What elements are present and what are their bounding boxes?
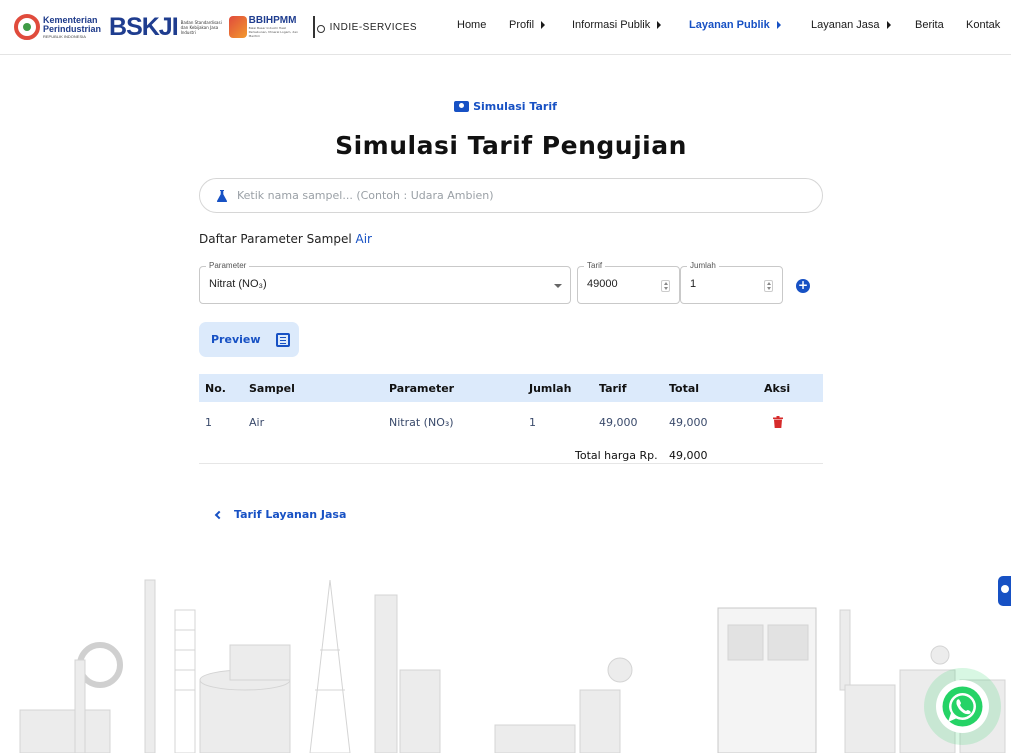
nav-kontak-label: Kontak [966, 19, 1001, 31]
eyebrow-label: Simulasi Tarif [473, 100, 557, 113]
whatsapp-icon [942, 686, 983, 727]
nav-kontak[interactable]: Kontak [966, 19, 1000, 31]
total-label: Total harga Rp. [575, 449, 658, 462]
chevron-left-icon [214, 510, 224, 519]
col-tarif: Tarif [599, 382, 627, 395]
cell-jumlah: 1 [529, 416, 536, 429]
document-scan-icon [275, 332, 290, 347]
top-navbar: Kementerian Perindustrian REPUBLIK INDON… [0, 0, 1011, 55]
nav-layanan-publik[interactable]: Layanan Publik [689, 19, 781, 31]
nav-layanan-publik-label: Layanan Publik [689, 19, 770, 31]
table-total-row: Total harga Rp. 49,000 [199, 436, 823, 464]
table-header: No. Sampel Parameter Jumlah Tarif Total … [199, 374, 823, 402]
nav-berita[interactable]: Berita [915, 19, 944, 31]
caret-right-icon [541, 21, 546, 29]
tarif-field-value: 49000 [587, 278, 618, 290]
jumlah-field-label: Jumlah [687, 261, 719, 271]
preview-button-label: Preview [211, 333, 261, 346]
nav-profil[interactable]: Profil [509, 19, 546, 31]
nav-layanan-jasa[interactable]: Layanan Jasa [811, 19, 891, 31]
jumlah-field-value: 1 [690, 278, 697, 290]
cell-parameter: Nitrat (NO₃) [389, 416, 454, 429]
tariff-table: No. Sampel Parameter Jumlah Tarif Total … [199, 374, 823, 464]
money-icon [454, 101, 470, 112]
col-no: No. [205, 382, 226, 395]
section-eyebrow: Simulasi Tarif [0, 100, 1011, 113]
nav-layanan-jasa-label: Layanan Jasa [811, 19, 880, 31]
parameter-list-text: Daftar Parameter Sampel [199, 232, 352, 246]
kemenperin-logo[interactable]: Kementerian Perindustrian REPUBLIK INDON… [14, 14, 101, 40]
bbihpmm-mark-icon [228, 16, 247, 38]
col-parameter: Parameter [389, 382, 455, 395]
cell-tarif: 49,000 [599, 416, 638, 429]
total-value: 49,000 [669, 449, 708, 462]
col-sampel: Sampel [249, 382, 295, 395]
sample-search-box[interactable] [199, 178, 823, 213]
nav-informasi-publik-label: Informasi Publik [572, 19, 651, 31]
cell-sampel: Air [249, 416, 265, 429]
caret-right-icon [657, 21, 662, 29]
jumlah-spinner[interactable] [764, 280, 773, 292]
logo-group[interactable]: Kementerian Perindustrian REPUBLIK INDON… [14, 10, 417, 44]
bbihpmm-subtitle: Balai Besar Industri Hasil Perkebunan, M… [248, 26, 298, 38]
parameter-field-value: Nitrat (NO₃) [209, 278, 267, 290]
selected-sample-name: Air [355, 232, 372, 246]
flask-icon [216, 189, 228, 202]
tarif-field-label: Tarif [584, 261, 606, 271]
dropdown-arrow-icon [554, 284, 562, 288]
cell-total: 49,000 [669, 416, 708, 429]
side-accessibility-tab[interactable] [998, 576, 1011, 606]
kemenperin-line3: REPUBLIK INDONESIA [43, 33, 86, 39]
bskji-logo[interactable]: BSKJI [109, 13, 179, 42]
plus-icon: + [797, 278, 809, 292]
parameter-select[interactable]: Parameter Nitrat (NO₃) [199, 261, 571, 304]
nav-home[interactable]: Home [457, 19, 486, 31]
kemenperin-line2: Perindustrian [43, 23, 102, 34]
indie-mark-icon [312, 16, 327, 38]
parameter-list-label: Daftar Parameter Sampel Air [199, 232, 372, 246]
bbihpmm-text: BBIHPMM [248, 15, 297, 26]
back-link-label: Tarif Layanan Jasa [234, 508, 347, 521]
jumlah-input[interactable]: Jumlah 1 [680, 261, 783, 304]
cell-no: 1 [205, 416, 212, 429]
gear-icon [14, 14, 40, 40]
nav-profil-label: Profil [509, 19, 535, 31]
col-aksi: Aksi [764, 382, 791, 395]
trash-icon[interactable] [773, 416, 783, 428]
nav-berita-label: Berita [915, 19, 944, 31]
indie-services-logo[interactable]: INDIE-SERVICES [312, 16, 418, 38]
col-jumlah: Jumlah [529, 382, 572, 395]
preview-button[interactable]: Preview [199, 322, 299, 357]
sample-search-input[interactable] [237, 189, 797, 202]
industry-illustration [19, 579, 1006, 753]
caret-right-icon [886, 21, 891, 29]
whatsapp-badge [936, 680, 989, 733]
whatsapp-button[interactable] [924, 668, 1001, 745]
add-parameter-button[interactable]: + [796, 279, 810, 293]
nav-home-label: Home [457, 19, 487, 31]
parameter-field-label: Parameter [206, 261, 250, 271]
table-row: 1 Air Nitrat (NO₃) 1 49,000 49,000 [199, 402, 823, 436]
caret-right-icon [776, 21, 781, 29]
nav-informasi-publik[interactable]: Informasi Publik [572, 19, 662, 31]
bbihpmm-logo[interactable]: BBIHPMM Balai Besar Industri Hasil Perke… [228, 15, 305, 38]
indie-services-text: INDIE-SERVICES [329, 21, 418, 33]
tarif-input[interactable]: Tarif 49000 [577, 261, 680, 304]
page-title: Simulasi Tarif Pengujian [335, 131, 687, 160]
back-tarif-layanan-jasa-link[interactable]: Tarif Layanan Jasa [214, 508, 347, 521]
col-total: Total [669, 382, 700, 395]
tarif-spinner[interactable] [661, 280, 670, 292]
bskji-subtitle: Badan Standardisasi dan Kebijakan Jasa I… [180, 19, 222, 35]
